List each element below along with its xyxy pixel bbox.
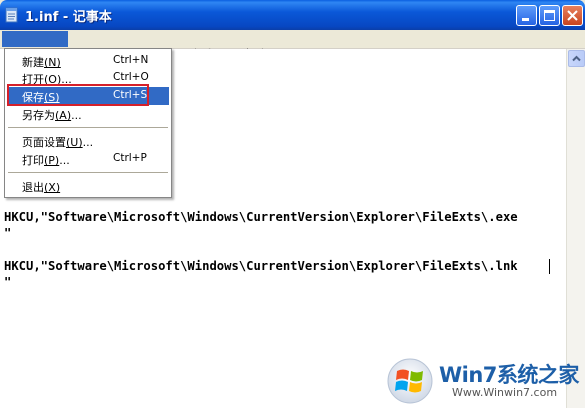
menu-separator bbox=[8, 127, 168, 128]
maximize-icon bbox=[544, 10, 555, 21]
menu-item-new-shortcut: Ctrl+N bbox=[113, 54, 149, 66]
menu-item-print[interactable]: 打印(P)... Ctrl+P bbox=[7, 150, 169, 168]
vertical-scrollbar[interactable] bbox=[566, 49, 585, 408]
notepad-window: 1.inf - 记事本 文件(F) 编辑(E) 格式(O) bbox=[0, 0, 585, 408]
menu-item-exit-key: (X) bbox=[44, 181, 61, 194]
menu-item-open-shortcut: Ctrl+O bbox=[113, 71, 149, 83]
notepad-app-icon bbox=[5, 7, 18, 23]
menu-item-new-key: (N) bbox=[44, 56, 61, 69]
menu-item-page-setup[interactable]: 页面设置(U)... bbox=[7, 132, 169, 150]
windows-logo-icon bbox=[387, 358, 433, 404]
chevron-up-icon bbox=[572, 55, 581, 62]
menu-item-save-as-label: 另存为 bbox=[22, 109, 55, 122]
window-title: 1.inf - 记事本 bbox=[25, 10, 112, 25]
editor-line: HKCU,"Software\Microsoft\Windows\Current… bbox=[4, 259, 518, 273]
menu-item-save-as-key: (A) bbox=[55, 109, 72, 122]
menu-item-print-key: (P) bbox=[44, 154, 60, 167]
editor-line: " bbox=[4, 275, 12, 289]
menu-item-save-as[interactable]: 另存为(A)... bbox=[7, 105, 169, 123]
menu-separator bbox=[8, 172, 168, 173]
file-menu-dropdown: 新建(N) Ctrl+N 打开(O)... Ctrl+O 保存(S) Ctrl+… bbox=[4, 48, 172, 198]
menu-item-save-as-ellipsis: ... bbox=[71, 109, 82, 122]
text-caret bbox=[549, 259, 550, 274]
menu-item-print-ellipsis: ... bbox=[59, 154, 70, 167]
minimize-button[interactable] bbox=[516, 5, 537, 26]
menu-item-print-label: 打印 bbox=[22, 154, 44, 167]
menu-item-new-label: 新建 bbox=[22, 56, 44, 69]
annotation-highlight-box bbox=[7, 84, 149, 106]
close-icon bbox=[567, 10, 578, 21]
menu-item-print-shortcut: Ctrl+P bbox=[113, 152, 147, 164]
title-bar[interactable]: 1.inf - 记事本 bbox=[0, 0, 585, 30]
close-button[interactable] bbox=[562, 5, 583, 26]
watermark-url: Www.Winwin7.com bbox=[452, 386, 558, 399]
editor-line: " bbox=[4, 226, 12, 240]
menu-item-page-setup-key: (U) bbox=[66, 136, 83, 149]
editor-line: HKCU,"Software\Microsoft\Windows\Current… bbox=[4, 210, 518, 224]
menu-item-new[interactable]: 新建(N) Ctrl+N bbox=[7, 52, 169, 70]
maximize-button[interactable] bbox=[539, 5, 560, 26]
menu-help[interactable]: 帮助(H) bbox=[219, 31, 287, 61]
menu-item-exit-label: 退出 bbox=[22, 181, 44, 194]
menu-item-page-setup-ellipsis: ... bbox=[82, 136, 94, 149]
watermark-brand: Win7系统之家 bbox=[439, 363, 579, 387]
menu-item-page-setup-label: 页面设置 bbox=[22, 136, 66, 149]
minimize-icon bbox=[522, 18, 529, 21]
menu-item-exit[interactable]: 退出(X) bbox=[7, 177, 169, 195]
menu-bar: 文件(F) 编辑(E) 格式(O) 查看(V) 帮助(H) bbox=[0, 30, 585, 61]
scroll-up-button[interactable] bbox=[568, 50, 585, 67]
